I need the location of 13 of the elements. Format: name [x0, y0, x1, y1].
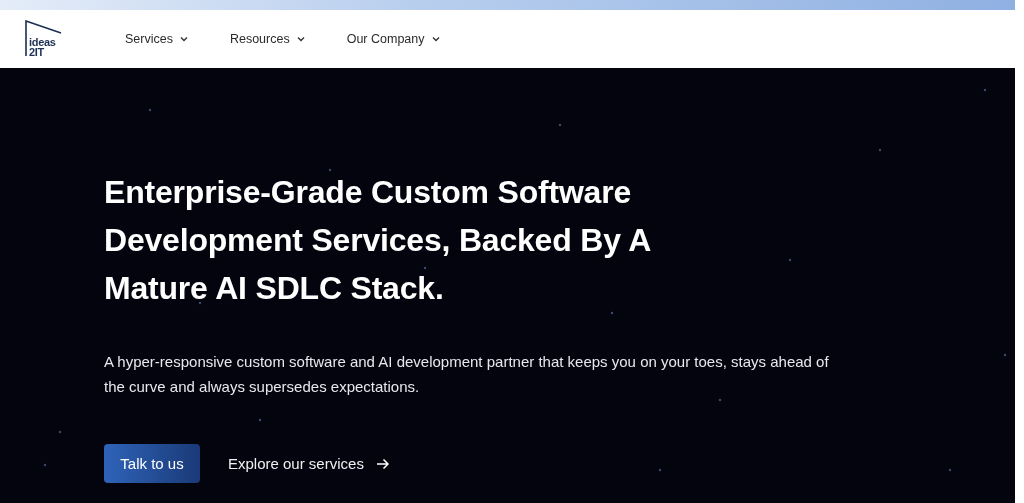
explore-link[interactable]: Explore our services	[228, 455, 390, 472]
nav-link[interactable]: Resources	[229, 32, 305, 46]
chevron-icon	[431, 36, 440, 42]
chevron-icon	[179, 36, 188, 42]
hero-description: A hyper-responsive custom software and AI development partner that keeps you on your toes, stays ahead of the curve and always supersedes expectations.	[104, 352, 830, 397]
chevron-icon	[296, 36, 305, 42]
nav-link[interactable]: Services	[125, 32, 188, 46]
nav-link[interactable]: Our Company	[346, 32, 440, 46]
talk-button[interactable]: Talk to us	[104, 444, 200, 483]
hero-heading: Enterprise-Grade Custom Software Development Services, Backed By A Mature AI SDLC Stack.	[104, 173, 652, 308]
arrow-icon	[375, 457, 390, 470]
logo-text[interactable]: ideas 2IT	[29, 37, 56, 57]
logo-mark-icon	[25, 20, 63, 58]
